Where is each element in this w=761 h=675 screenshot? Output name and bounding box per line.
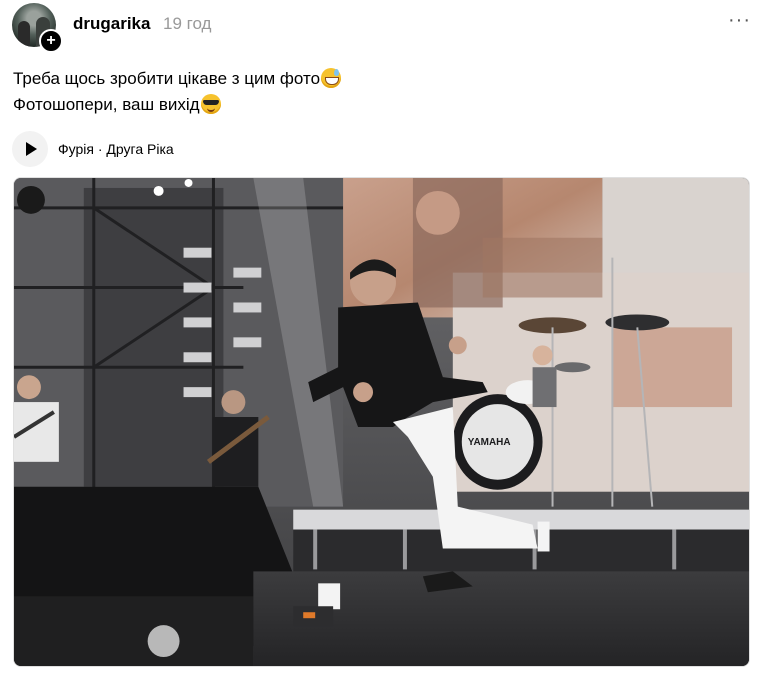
play-icon[interactable] [12,131,48,167]
caption-line-2: Фотошопери, ваш вихід [13,92,341,118]
post-photo[interactable]: YAMAHA [13,177,750,667]
username[interactable]: drugarika [73,14,150,34]
drum-brand-text: YAMAHA [468,437,511,448]
sunglasses-emoji-icon [200,94,221,114]
follow-plus-icon[interactable]: + [39,29,63,53]
caption-line-2-text: Фотошопери, ваш вихід [13,95,200,114]
post-caption: Треба щось зробити цікаве з цим фото Фот… [13,66,342,118]
concert-photo-image: YAMAHA [14,178,749,666]
grinning-sweat-emoji-icon [321,68,342,88]
timestamp[interactable]: 19 год [163,14,211,34]
thread-post: + drugarika 19 год ··· Треба щось зробит… [0,0,761,675]
caption-line-1: Треба щось зробити цікаве з цим фото [13,66,342,92]
caption-line-1-text: Треба щось зробити цікаве з цим фото [13,69,321,88]
more-options-icon[interactable]: ··· [728,10,750,34]
music-label[interactable]: Фурія · Друга Ріка [58,141,174,157]
avatar-container[interactable]: + [12,3,63,53]
